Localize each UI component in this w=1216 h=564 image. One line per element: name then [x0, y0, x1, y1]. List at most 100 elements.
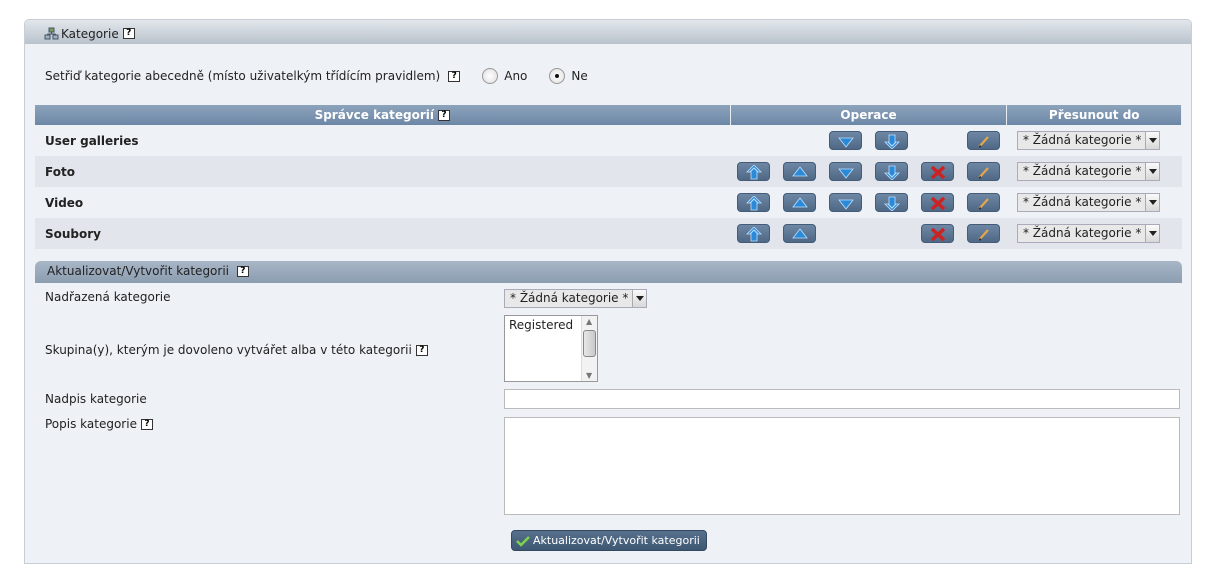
move-to-select[interactable]: * Žádná kategorie * — [1016, 224, 1161, 243]
header-operations: Operace — [730, 105, 1008, 125]
parent-category-label: Nadřazená kategorie — [45, 290, 171, 304]
operation-cell — [960, 218, 1007, 249]
operation-cell — [730, 125, 777, 156]
category-title-input[interactable] — [504, 389, 1180, 409]
panel-title: Kategorie — [61, 26, 119, 41]
category-desc-textarea[interactable] — [504, 417, 1180, 515]
category-title-label: Nadpis kategorie — [45, 392, 147, 406]
move-down-button[interactable] — [828, 131, 862, 150]
move-down-button[interactable] — [828, 162, 862, 181]
operation-cell — [960, 156, 1007, 187]
move-bottom-button[interactable] — [875, 131, 909, 150]
table-row: User galleries * Žádná kategorie * — [35, 125, 1182, 156]
operation-cell — [960, 187, 1007, 218]
move-top-button[interactable] — [736, 224, 770, 243]
category-desc-label: Popis kategorie? — [45, 417, 153, 431]
help-icon[interactable]: ? — [236, 266, 249, 277]
category-name: Video — [35, 187, 731, 218]
edit-button[interactable] — [967, 162, 1001, 181]
operation-cell — [776, 156, 823, 187]
delete-button[interactable] — [921, 162, 955, 181]
move-up-button[interactable] — [782, 193, 816, 212]
scroll-down-icon[interactable]: ▼ — [586, 371, 592, 380]
operation-cell — [822, 156, 869, 187]
update-create-title-bar: Aktualizovat/Vytvořit kategorii ? — [35, 261, 1182, 283]
double-arrow-up-icon — [745, 196, 762, 211]
form-title: Aktualizovat/Vytvořit kategorii — [47, 264, 229, 278]
groups-label: Skupina(y), kterým je dovoleno vytvářet … — [45, 343, 428, 357]
operation-cell — [914, 218, 961, 249]
chevron-down-icon — [632, 290, 647, 307]
groups-listbox[interactable]: Registered ▲ ▼ — [504, 315, 598, 382]
double-arrow-up-icon — [745, 165, 762, 180]
table-row: Soubory * Žádná kategorie * — [35, 218, 1182, 249]
move-to-cell: * Žádná kategorie * — [1006, 218, 1182, 249]
move-to-cell: * Žádná kategorie * — [1006, 125, 1182, 156]
operation-cell — [730, 218, 777, 249]
double-arrow-up-icon — [745, 227, 762, 242]
categories-panel: Kategorie ? Setřiď kategorie abecedně (m… — [24, 19, 1192, 564]
table-row: Foto * Žádná kategorie * — [35, 156, 1182, 187]
help-icon[interactable]: ? — [448, 70, 461, 82]
panel-title-bar: Kategorie ? — [25, 20, 1191, 44]
operation-cell — [914, 187, 961, 218]
help-icon[interactable]: ? — [438, 110, 451, 121]
move-to-cell: * Žádná kategorie * — [1006, 156, 1182, 187]
operation-cell — [822, 218, 869, 249]
operation-cell — [960, 125, 1007, 156]
arrow-up-icon — [791, 166, 808, 177]
pencil-icon — [978, 136, 990, 148]
parent-category-select[interactable]: * Žádná kategorie * — [504, 289, 648, 308]
operation-cell — [868, 187, 915, 218]
sort-label: Setřiď kategorie abecedně (místo uživate… — [45, 69, 441, 83]
operation-cell — [868, 218, 915, 249]
move-top-button[interactable] — [736, 162, 770, 181]
move-down-button[interactable] — [828, 193, 862, 212]
sort-yes-radio[interactable] — [482, 68, 499, 84]
pencil-icon — [978, 167, 990, 179]
help-icon[interactable]: ? — [415, 345, 428, 356]
delete-icon — [931, 165, 946, 180]
move-to-select[interactable]: * Žádná kategorie * — [1016, 131, 1161, 150]
operation-cell — [730, 156, 777, 187]
move-bottom-button[interactable] — [875, 193, 909, 212]
operation-cell — [822, 125, 869, 156]
update-create-button[interactable]: Aktualizovat/Vytvořit kategorii — [511, 530, 707, 551]
move-bottom-button[interactable] — [875, 162, 909, 181]
move-top-button[interactable] — [736, 193, 770, 212]
edit-button[interactable] — [967, 224, 1001, 243]
checkmark-icon — [516, 535, 530, 547]
move-up-button[interactable] — [782, 162, 816, 181]
delete-icon — [931, 196, 946, 211]
help-icon[interactable]: ? — [122, 28, 135, 39]
pencil-icon — [978, 198, 990, 210]
scroll-thumb[interactable] — [583, 330, 596, 357]
operation-cell — [776, 187, 823, 218]
delete-icon — [931, 227, 946, 242]
categories-table: Správce kategorií? Operace Přesunout do … — [35, 105, 1182, 249]
move-up-button[interactable] — [782, 224, 816, 243]
chevron-down-icon — [1145, 225, 1160, 242]
arrow-down-icon — [838, 199, 854, 210]
arrow-down-icon — [838, 168, 854, 179]
double-arrow-down-icon — [884, 134, 901, 149]
delete-button[interactable] — [921, 193, 955, 212]
move-to-select[interactable]: * Žádná kategorie * — [1016, 193, 1161, 212]
chevron-down-icon — [1145, 132, 1160, 149]
sort-no-radio[interactable] — [549, 68, 566, 84]
move-to-cell: * Žádná kategorie * — [1006, 187, 1182, 218]
listbox-scrollbar[interactable]: ▲ ▼ — [581, 316, 597, 381]
operation-cell — [914, 125, 961, 156]
help-icon[interactable]: ? — [140, 419, 153, 430]
operation-cell — [868, 125, 915, 156]
move-to-select[interactable]: * Žádná kategorie * — [1016, 162, 1161, 181]
edit-button[interactable] — [967, 131, 1001, 150]
edit-button[interactable] — [967, 193, 1001, 212]
category-name: Soubory — [35, 218, 731, 249]
delete-button[interactable] — [921, 224, 955, 243]
arrow-up-icon — [791, 228, 808, 239]
category-name: User galleries — [35, 125, 731, 156]
operation-cell — [914, 156, 961, 187]
chevron-down-icon — [1145, 163, 1160, 180]
scroll-up-icon[interactable]: ▲ — [586, 317, 592, 326]
